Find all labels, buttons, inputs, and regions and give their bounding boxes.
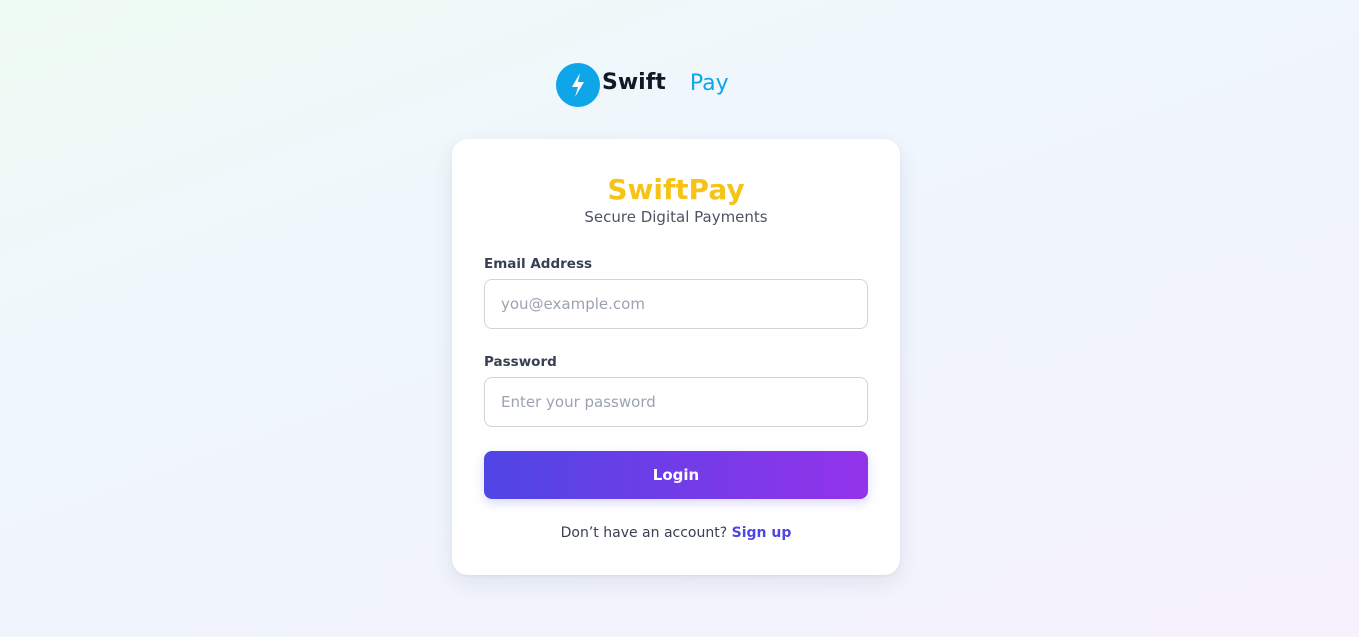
logo-text-pay: Pay bbox=[689, 70, 729, 96]
logo-circle bbox=[556, 63, 600, 107]
signup-row: Don’t have an account? Sign up bbox=[484, 523, 868, 543]
email-label: Email Address bbox=[484, 256, 593, 272]
signup-prompt: Don’t have an account? bbox=[560, 525, 728, 541]
lightning-bolt-icon bbox=[572, 73, 584, 97]
brand-tagline: Secure Digital Payments bbox=[584, 208, 768, 226]
logo-text-swift: Swift bbox=[602, 69, 666, 95]
login-card: SwiftPay Secure Digital Payments Email A… bbox=[452, 139, 900, 575]
app-logo: Swift Pay bbox=[556, 63, 729, 107]
login-button[interactable]: Login bbox=[484, 451, 868, 499]
brand-title: SwiftPay bbox=[607, 173, 745, 206]
password-field[interactable] bbox=[484, 377, 868, 427]
email-field[interactable] bbox=[484, 279, 868, 329]
password-label: Password bbox=[484, 354, 557, 370]
signup-link[interactable]: Sign up bbox=[732, 525, 792, 541]
